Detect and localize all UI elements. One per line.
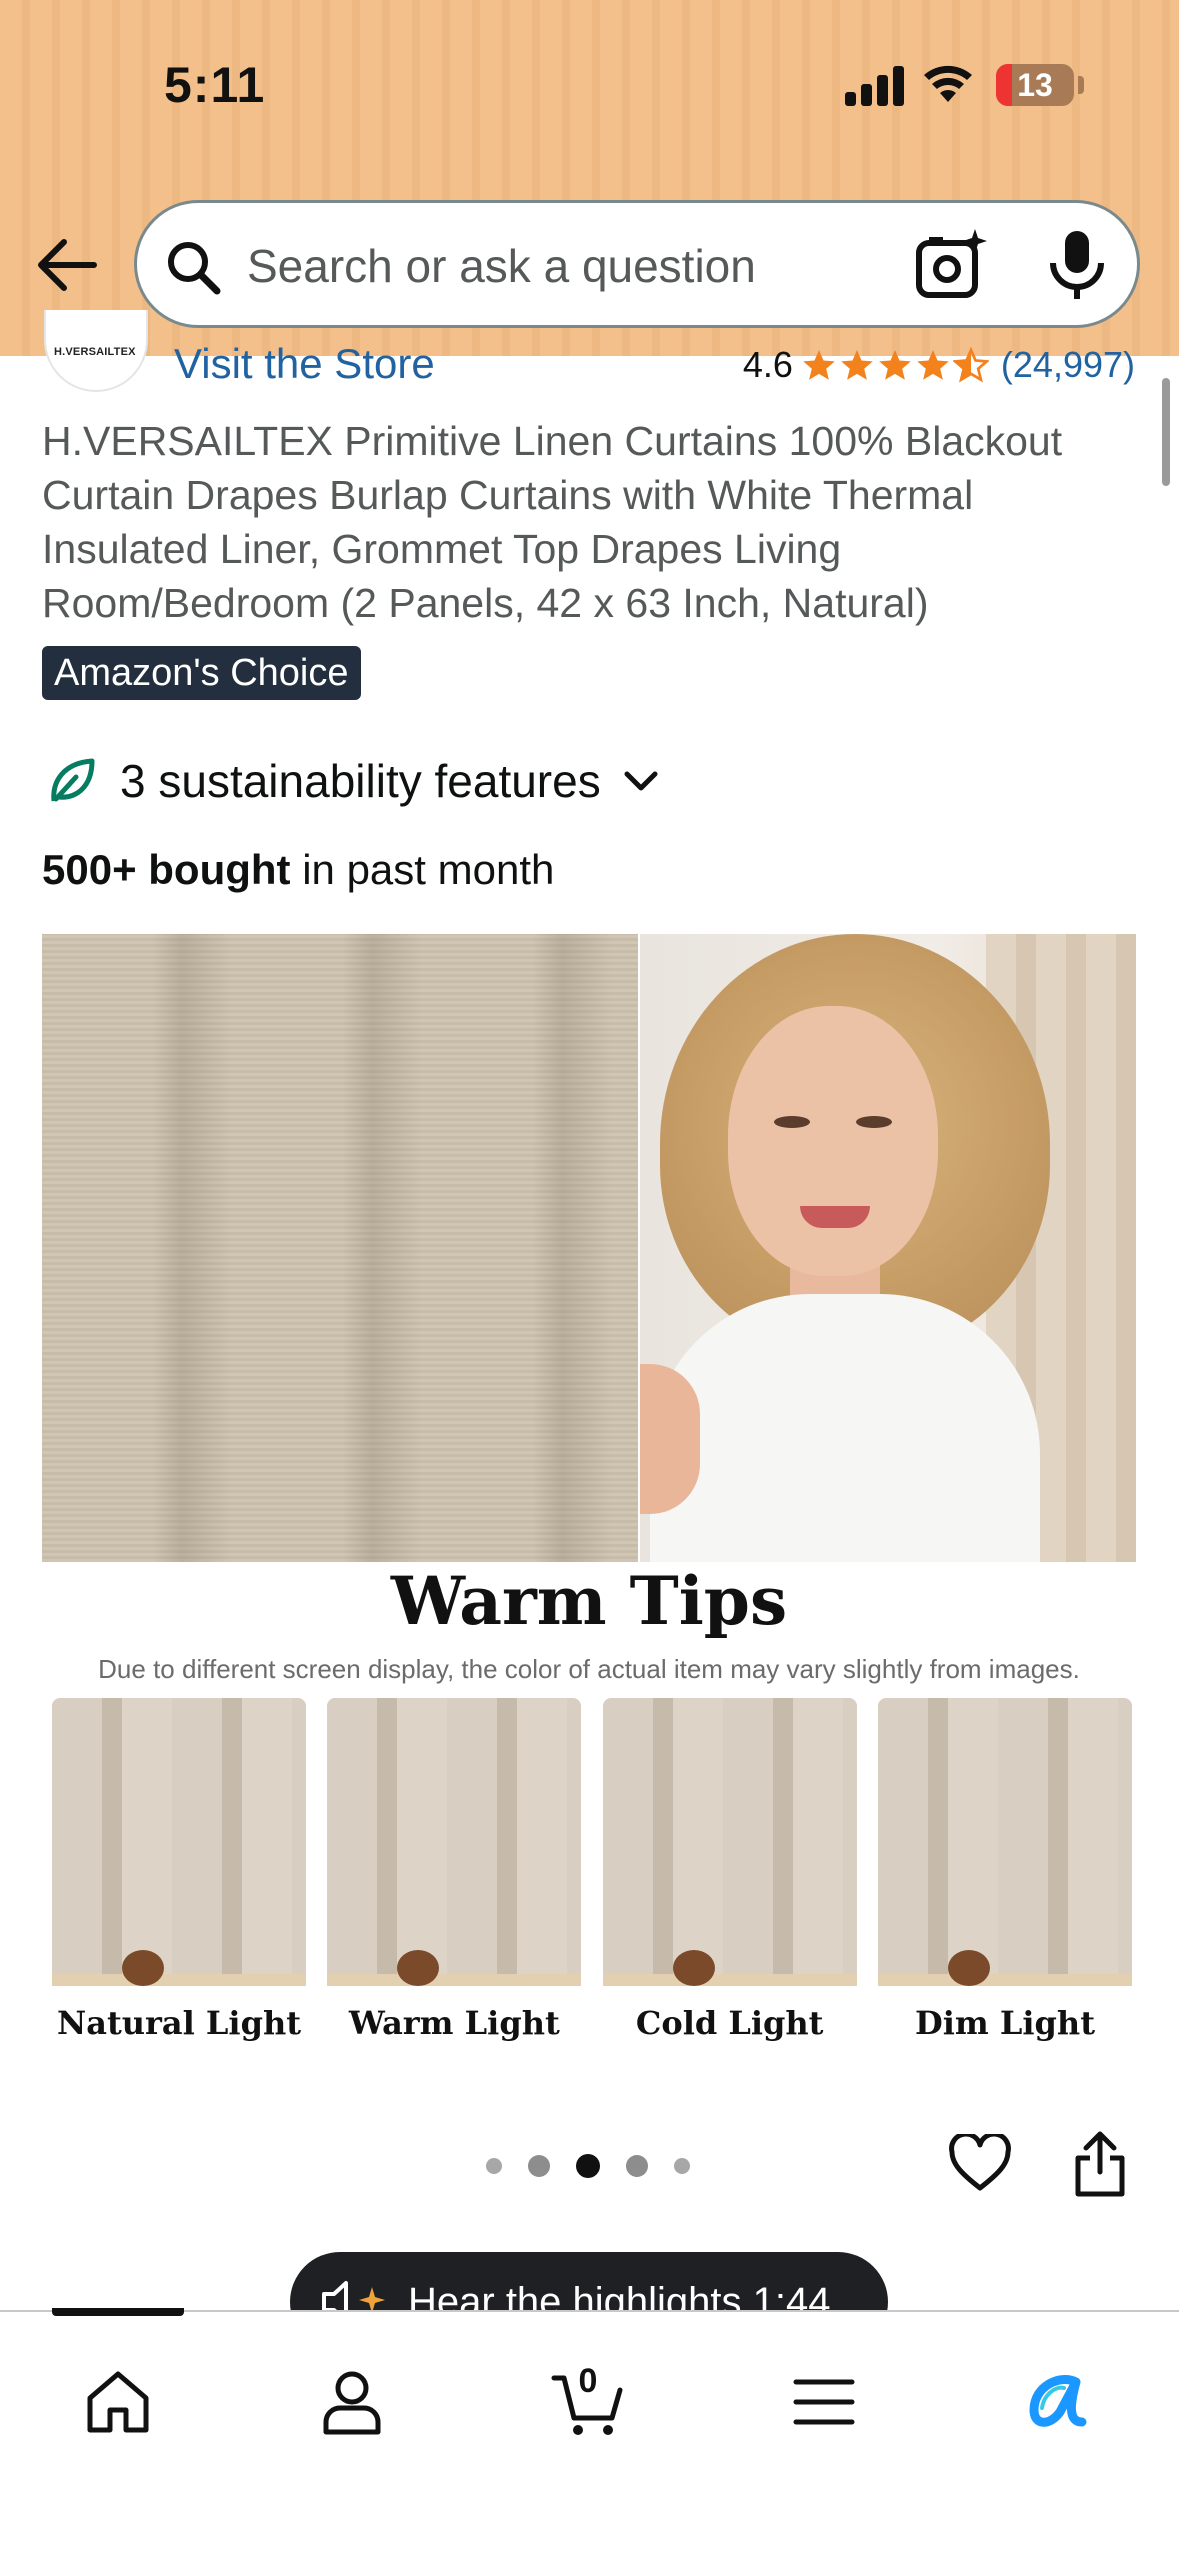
nav-menu[interactable] (774, 2352, 874, 2452)
carousel-dot[interactable] (674, 2158, 690, 2174)
carousel-dot-active[interactable] (576, 2154, 600, 2178)
scrollbar[interactable] (1162, 378, 1170, 486)
sustainability-features-toggle[interactable]: 3 sustainability features (46, 754, 661, 808)
product-image[interactable]: Warm Tips Due to different screen displa… (42, 934, 1136, 2048)
nav-active-indicator (52, 2308, 184, 2316)
star-rating (801, 347, 989, 383)
status-time: 5:11 (164, 57, 266, 113)
nav-account[interactable] (302, 2352, 402, 2452)
image-subheading: Due to different screen display, the col… (98, 1654, 1080, 1684)
purchase-count: 500+ bought in past month (42, 846, 554, 894)
half-star-icon (952, 347, 989, 383)
share-icon[interactable] (1072, 2130, 1128, 2198)
amazons-choice-badge[interactable]: Amazon's Choice (42, 646, 361, 700)
wifi-icon (924, 65, 972, 102)
carousel-dot[interactable] (528, 2155, 550, 2177)
rating-value: 4.6 (742, 344, 793, 385)
rating-summary[interactable]: 4.6 (24,997) (743, 344, 1135, 386)
nav-home[interactable] (68, 2352, 168, 2452)
swatch-label: Cold Light (635, 2004, 824, 2042)
swatch-label: Warm Light (348, 2004, 560, 2042)
swatch-natural-light: Natural Light (52, 1698, 306, 2048)
star-icon (841, 350, 873, 380)
home-icon (87, 2371, 149, 2433)
curtain-fabric-photo (42, 934, 638, 1562)
sustainability-text: 3 sustainability features (120, 755, 601, 807)
leaf-icon (51, 758, 95, 802)
rufus-assistant-icon (1029, 2375, 1087, 2427)
product-title: H.VERSAILTEX Primitive Linen Curtains 10… (42, 418, 1063, 626)
carousel-dots[interactable] (486, 2154, 690, 2178)
nav-rufus[interactable] (1008, 2352, 1108, 2452)
battery-icon: 13 (996, 64, 1074, 106)
brand-logo-text: H.VERSAILTEX (54, 346, 136, 358)
swatch-label: Dim Light (914, 2004, 1095, 2042)
star-icon (917, 350, 949, 380)
model-photo (640, 934, 1136, 1562)
search-icon (168, 242, 221, 295)
account-icon (323, 2371, 381, 2435)
brand-logo[interactable]: H.VERSAILTEX (44, 310, 148, 392)
carousel-dot[interactable] (486, 2158, 502, 2174)
battery-tip (1078, 76, 1084, 94)
purchase-count-rest: in past month (290, 846, 555, 893)
swatch-warm-light: Warm Light (327, 1698, 582, 2048)
purchase-count-bold: 500+ bought (42, 846, 291, 893)
hamburger-menu-icon (793, 2379, 855, 2425)
swatch-dim-light: Dim Light (877, 1698, 1132, 2048)
swatch-label: Natural Light (57, 2004, 301, 2042)
lighting-swatches: Natural Light Warm Light Cold Light Dim … (52, 1698, 1132, 2042)
cellular-signal-icon (845, 64, 905, 106)
top-header: 5:11 13 (0, 0, 1179, 356)
star-icon (879, 350, 911, 380)
heart-icon[interactable] (948, 2134, 1012, 2194)
chevron-down-icon (624, 771, 658, 791)
cart-count: 0 (578, 2362, 598, 2400)
battery-level: 13 (1017, 67, 1053, 103)
microphone-icon[interactable] (1045, 227, 1109, 303)
carousel-dot[interactable] (626, 2155, 648, 2177)
search-bar[interactable] (134, 200, 1140, 328)
image-heading: Warm Tips (390, 1562, 788, 1640)
search-input[interactable] (247, 231, 867, 301)
star-icon (803, 350, 835, 380)
bottom-navigation: 0 (0, 2308, 1179, 2556)
review-count[interactable]: (24,997) (1001, 344, 1135, 386)
swatch-cold-light: Cold Light (602, 1698, 857, 2048)
back-arrow-icon[interactable] (30, 228, 104, 302)
nav-cart[interactable]: 0 (538, 2352, 638, 2452)
visit-store-link[interactable]: Visit the Store (174, 340, 435, 388)
camera-icon[interactable] (913, 227, 989, 303)
